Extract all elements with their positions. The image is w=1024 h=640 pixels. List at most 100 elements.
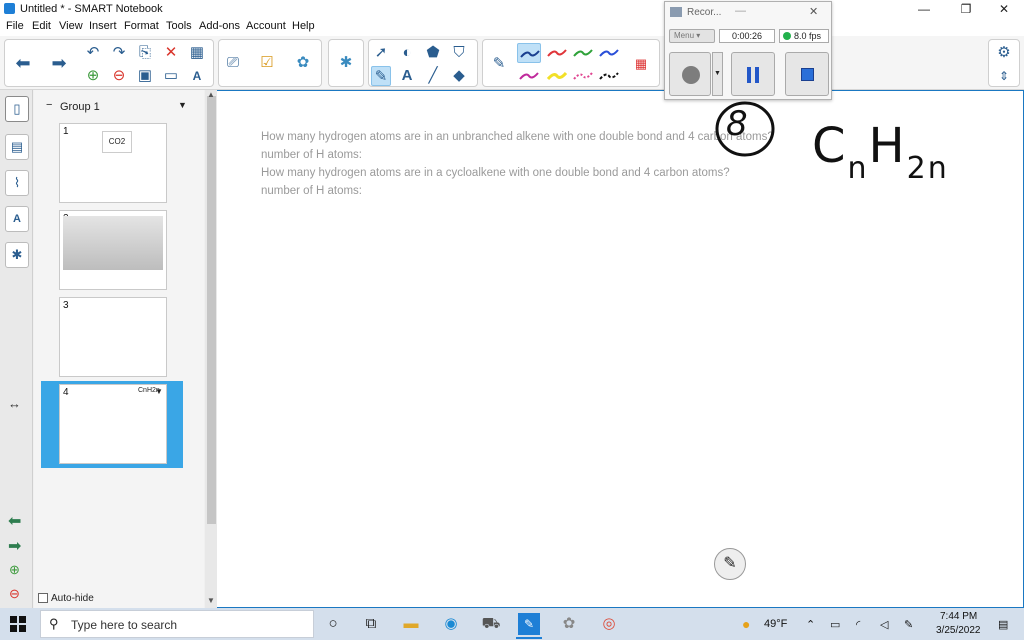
- auto-hide-checkbox[interactable]: [38, 593, 48, 603]
- thumbnail-menu-chevron-down-icon[interactable]: ▼: [155, 387, 163, 396]
- add-page-side-icon[interactable]: ⊕: [9, 562, 20, 578]
- record-button[interactable]: [669, 52, 711, 96]
- save-icon[interactable]: ▣: [135, 66, 155, 86]
- properties-tab-icon[interactable]: A: [5, 206, 29, 232]
- add-page-icon[interactable]: ⊕: [83, 66, 103, 86]
- next-page-icon[interactable]: ➡: [49, 53, 69, 73]
- fill-icon[interactable]: ⛉: [449, 43, 469, 63]
- notifications-icon[interactable]: ▤: [998, 618, 1008, 631]
- color-palette-icon[interactable]: ▦: [631, 54, 651, 74]
- delete-icon[interactable]: ✕: [161, 43, 181, 63]
- next-page-side-icon[interactable]: ➡: [8, 536, 21, 556]
- scroll-up-icon[interactable]: ▲: [207, 90, 215, 99]
- shapes-icon[interactable]: ◐: [397, 43, 417, 63]
- pen-blue[interactable]: [597, 43, 621, 63]
- addons-tab-icon[interactable]: ✱: [5, 242, 29, 268]
- weather-sun-icon[interactable]: ●: [742, 616, 750, 632]
- group-menu-chevron-down-icon[interactable]: ▼: [178, 100, 187, 110]
- page-thumbnail-2[interactable]: 2: [59, 210, 167, 290]
- page-sorter-tab-icon[interactable]: ▯: [5, 96, 29, 122]
- pen-tools-icon[interactable]: ✎: [371, 66, 391, 86]
- recorder-close-button[interactable]: ✕: [809, 5, 818, 18]
- minimize-button[interactable]: —: [904, 0, 944, 18]
- record-options-chevron-down-icon[interactable]: ▼: [712, 52, 723, 96]
- puzzle-icon[interactable]: ✱: [336, 53, 356, 73]
- undo-icon[interactable]: ↶: [83, 43, 103, 63]
- pen-black-dotted[interactable]: [597, 66, 621, 86]
- lab-tools-icon[interactable]: ✿: [293, 53, 313, 73]
- display-screen-icon[interactable]: ⎚: [223, 53, 243, 73]
- pause-button[interactable]: [731, 52, 775, 96]
- activity-builder-icon[interactable]: ☑: [257, 53, 277, 73]
- pen-green[interactable]: [571, 43, 595, 63]
- menu-add-ons[interactable]: Add-ons: [199, 20, 240, 32]
- show-hidden-icons-icon[interactable]: ⌃: [806, 618, 815, 631]
- eraser-icon[interactable]: ◆: [449, 66, 469, 86]
- line-tool-icon[interactable]: ╱: [423, 66, 443, 86]
- answer-label-line[interactable]: number of H atoms:: [261, 185, 362, 197]
- taskbar-search-box[interactable]: ⚲ Type here to search: [40, 610, 314, 638]
- menu-insert[interactable]: Insert: [89, 20, 117, 32]
- sorter-scrollbar-thumb[interactable]: [207, 96, 216, 524]
- page-thumbnail-3[interactable]: 3: [59, 297, 167, 377]
- task-view-icon[interactable]: ⧉: [360, 613, 382, 635]
- collapse-group-icon[interactable]: −: [46, 99, 52, 111]
- gear-icon[interactable]: ⚙: [994, 43, 1014, 63]
- shape-recognition-icon[interactable]: ⬟: [423, 43, 443, 63]
- pen-red[interactable]: [545, 43, 569, 63]
- scroll-down-icon[interactable]: ▼: [207, 596, 215, 605]
- smart-notebook-taskbar-icon[interactable]: ✎: [518, 613, 540, 635]
- close-button[interactable]: ✕: [984, 0, 1024, 18]
- pen-blue-dark[interactable]: [517, 43, 541, 63]
- stop-button[interactable]: [785, 52, 829, 96]
- resize-panel-icon[interactable]: ↔: [8, 396, 21, 411]
- delete-page-side-icon[interactable]: ⊖: [9, 586, 20, 602]
- menu-account[interactable]: Account: [246, 20, 286, 32]
- wifi-icon[interactable]: ◜: [856, 618, 860, 631]
- previous-page-side-icon[interactable]: ⬅: [8, 511, 21, 531]
- cortana-icon[interactable]: ○: [322, 613, 344, 635]
- maximize-button[interactable]: ❐: [946, 0, 986, 18]
- floating-pen-icon[interactable]: ✎: [714, 548, 746, 580]
- page-thumbnail-1[interactable]: 1 CO2: [59, 123, 167, 203]
- menu-edit[interactable]: Edit: [32, 20, 51, 32]
- text-tool-icon[interactable]: A: [397, 66, 417, 86]
- select-arrow-icon[interactable]: ➚: [371, 43, 391, 63]
- move-toolbar-icon[interactable]: ⇕: [994, 66, 1014, 86]
- clock-date[interactable]: 3/25/2022: [936, 625, 981, 636]
- menu-file[interactable]: File: [6, 20, 24, 32]
- page-thumbnail-4[interactable]: 4 CnH2n ▼: [59, 384, 167, 464]
- previous-page-icon[interactable]: ⬅: [13, 53, 33, 73]
- pen-icon[interactable]: ✎: [489, 54, 509, 74]
- attachments-tab-icon[interactable]: ⌇: [5, 170, 29, 196]
- paste-icon[interactable]: ⎘: [135, 43, 155, 63]
- network-icon[interactable]: ▭: [830, 618, 840, 631]
- pen-workspace-icon[interactable]: ✎: [904, 618, 913, 631]
- edge-browser-icon[interactable]: ◉: [440, 613, 462, 635]
- screen-shade-icon[interactable]: ▭: [161, 66, 181, 86]
- recorder-minimize-button[interactable]: —: [735, 5, 746, 17]
- recorder-menu-dropdown[interactable]: Menu ▾: [669, 29, 715, 43]
- volume-icon[interactable]: ◁: [880, 618, 888, 631]
- windows-start-icon[interactable]: [10, 616, 26, 632]
- redo-icon[interactable]: ↷: [109, 43, 129, 63]
- pen-magenta[interactable]: [517, 66, 541, 86]
- clock-time[interactable]: 7:44 PM: [940, 611, 977, 622]
- answer-label-line[interactable]: number of H atoms:: [261, 149, 362, 161]
- question-line[interactable]: How many hydrogen atoms are in an unbran…: [261, 131, 774, 143]
- weather-temperature[interactable]: 49°F: [764, 618, 787, 630]
- pen-pink-dotted[interactable]: [571, 66, 595, 86]
- menu-help[interactable]: Help: [292, 20, 315, 32]
- text-format-icon[interactable]: A: [187, 66, 207, 86]
- pen-yellow[interactable]: [545, 66, 569, 86]
- gallery-tab-icon[interactable]: ▤: [5, 134, 29, 160]
- menu-view[interactable]: View: [59, 20, 83, 32]
- menu-format[interactable]: Format: [124, 20, 159, 32]
- question-line[interactable]: How many hydrogen atoms are in a cycloal…: [261, 167, 730, 179]
- file-explorer-icon[interactable]: ▬: [400, 613, 422, 635]
- menu-tools[interactable]: Tools: [166, 20, 192, 32]
- store-icon[interactable]: ⛟: [480, 613, 502, 635]
- delete-page-icon[interactable]: ⊖: [109, 66, 129, 86]
- chrome-icon[interactable]: ◎: [598, 613, 620, 635]
- paint-icon[interactable]: ✿: [558, 613, 580, 635]
